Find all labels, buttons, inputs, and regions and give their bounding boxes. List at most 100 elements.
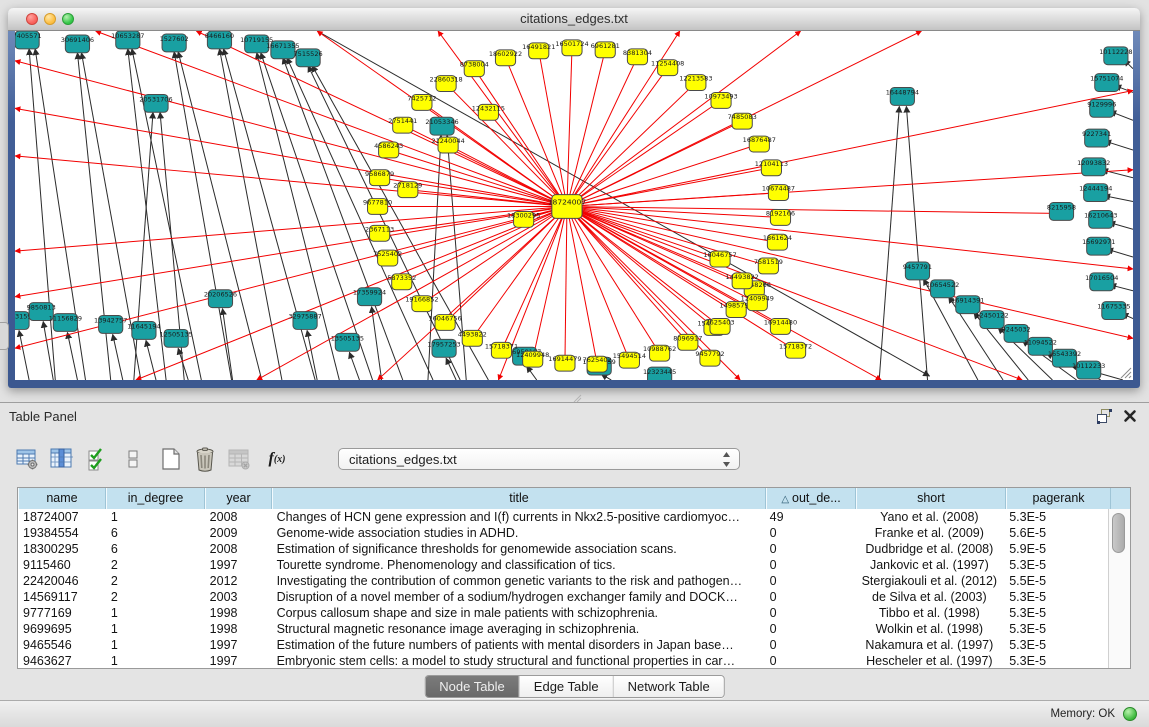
panel-collapse-handle[interactable] bbox=[0, 322, 9, 350]
graph-edge[interactable] bbox=[567, 121, 742, 206]
graph-edge[interactable] bbox=[15, 108, 567, 206]
network-canvas[interactable]: 7405571306914061065328715276028466160107… bbox=[15, 31, 1133, 380]
graph-edge[interactable] bbox=[567, 57, 638, 207]
cell-in_degree[interactable]: 1 bbox=[106, 653, 205, 668]
cell-year[interactable]: 1998 bbox=[205, 605, 272, 621]
cell-year[interactable]: 2003 bbox=[205, 589, 272, 605]
column-header-title[interactable]: title bbox=[272, 488, 766, 509]
cell-title[interactable]: Embryonic stem cells: a model to study s… bbox=[272, 653, 765, 668]
table-row[interactable]: 1830029562008Estimation of significance … bbox=[18, 541, 1109, 557]
column-header-pagerank[interactable]: pagerank bbox=[1006, 488, 1111, 509]
cell-name[interactable]: 9463627 bbox=[18, 653, 106, 668]
graph-edge[interactable] bbox=[567, 206, 714, 327]
cell-name[interactable]: 14569117 bbox=[18, 589, 106, 605]
column-header-out_de[interactable]: △out_de... bbox=[766, 488, 856, 509]
cell-pagerank[interactable]: 5.6E-5 bbox=[1004, 525, 1109, 541]
cell-name[interactable]: 9699695 bbox=[18, 621, 106, 637]
cell-year[interactable]: 1998 bbox=[205, 621, 272, 637]
cell-short[interactable]: Jankovic et al. (1997) bbox=[854, 557, 1004, 573]
cell-title[interactable]: Estimation of the future numbers of pati… bbox=[272, 637, 765, 653]
new-table-icon[interactable] bbox=[158, 446, 184, 472]
cell-short[interactable]: Tibbo et al. (1998) bbox=[854, 605, 1004, 621]
cell-in_degree[interactable]: 1 bbox=[106, 637, 205, 653]
graph-edge[interactable] bbox=[113, 334, 123, 380]
cell-name[interactable]: 9777169 bbox=[18, 605, 106, 621]
graph-edge[interactable] bbox=[539, 51, 567, 207]
memory-ok-indicator[interactable] bbox=[1123, 707, 1137, 721]
cell-name[interactable]: 9465546 bbox=[18, 637, 106, 653]
table-vertical-scrollbar[interactable] bbox=[1108, 509, 1130, 668]
cell-out_de[interactable]: 49 bbox=[765, 509, 855, 525]
graph-edge[interactable] bbox=[308, 66, 460, 380]
column-header-short[interactable]: short bbox=[856, 488, 1006, 509]
cell-name[interactable]: 18300295 bbox=[18, 541, 106, 557]
tab-node-table[interactable]: Node Table bbox=[425, 676, 519, 697]
cell-pagerank[interactable]: 5.3E-5 bbox=[1004, 605, 1109, 621]
cell-year[interactable]: 1997 bbox=[205, 557, 272, 573]
cell-out_de[interactable]: 0 bbox=[765, 557, 855, 573]
graph-edge[interactable] bbox=[567, 68, 668, 207]
cell-in_degree[interactable]: 1 bbox=[106, 621, 205, 637]
table-settings-icon[interactable] bbox=[14, 446, 40, 472]
cell-year[interactable]: 2008 bbox=[205, 541, 272, 557]
cell-name[interactable]: 18724007 bbox=[18, 509, 106, 525]
table-row[interactable]: 911546021997Tourette syndrome. Phenomeno… bbox=[18, 557, 1109, 573]
graph-edge[interactable] bbox=[219, 49, 281, 380]
cell-out_de[interactable]: 0 bbox=[765, 637, 855, 653]
cell-pagerank[interactable]: 5.3E-5 bbox=[1004, 557, 1109, 573]
graph-edge[interactable] bbox=[15, 206, 567, 348]
table-row[interactable]: 977716911998Corpus callosum shape and si… bbox=[18, 605, 1109, 621]
graph-edge[interactable] bbox=[67, 332, 77, 380]
column-header-year[interactable]: year bbox=[205, 488, 272, 509]
cell-short[interactable]: Nakamura et al. (1997) bbox=[854, 637, 1004, 653]
cell-short[interactable]: Dudbridge et al. (2008) bbox=[854, 541, 1004, 557]
cell-name[interactable]: 22420046 bbox=[18, 573, 106, 589]
column-header-in_degree[interactable]: in_degree bbox=[106, 488, 205, 509]
splitter-handle-icon[interactable] bbox=[570, 394, 582, 402]
cell-title[interactable]: Investigating the contribution of common… bbox=[272, 573, 765, 589]
graph-edge[interactable] bbox=[567, 31, 680, 206]
graph-edge[interactable] bbox=[349, 352, 359, 380]
cell-out_de[interactable]: 0 bbox=[765, 621, 855, 637]
cell-name[interactable]: 19384554 bbox=[18, 525, 106, 541]
cell-in_degree[interactable]: 2 bbox=[106, 573, 205, 589]
cell-title[interactable]: Changes of HCN gene expression and I(f) … bbox=[272, 509, 765, 525]
cell-short[interactable]: Wolkin et al. (1998) bbox=[854, 621, 1004, 637]
table-row[interactable]: 946362711997Embryonic stem cells: a mode… bbox=[18, 653, 1109, 668]
graph-edge[interactable] bbox=[223, 49, 315, 380]
cell-title[interactable]: Structural magnetic resonance image aver… bbox=[272, 621, 765, 637]
cell-out_de[interactable]: 0 bbox=[765, 653, 855, 668]
cell-pagerank[interactable]: 5.3E-5 bbox=[1004, 653, 1109, 668]
tab-network-table[interactable]: Network Table bbox=[613, 676, 724, 697]
table-row[interactable]: 1938455462009Genome-wide association stu… bbox=[18, 525, 1109, 541]
table-row[interactable]: 2242004622012Investigating the contribut… bbox=[18, 573, 1109, 589]
delete-table-trash-icon[interactable] bbox=[192, 446, 218, 472]
column-header-name[interactable]: name bbox=[18, 488, 106, 509]
cell-short[interactable]: Hescheler et al. (1997) bbox=[854, 653, 1004, 668]
cell-title[interactable]: Corpus callosum shape and size in male p… bbox=[272, 605, 765, 621]
table-row[interactable]: 946554611997Estimation of the future num… bbox=[18, 637, 1109, 653]
cell-in_degree[interactable]: 1 bbox=[106, 605, 205, 621]
network-window-titlebar[interactable]: citations_edges.txt bbox=[8, 8, 1140, 31]
cell-year[interactable]: 2012 bbox=[205, 573, 272, 589]
cell-title[interactable]: Tourette syndrome. Phenomenology and cla… bbox=[272, 557, 765, 573]
function-builder-icon[interactable]: f(x) bbox=[264, 446, 290, 472]
table-row[interactable]: 1872400712008Changes of HCN gene express… bbox=[18, 509, 1109, 525]
graph-edge[interactable] bbox=[906, 106, 927, 380]
graph-edge[interactable] bbox=[567, 206, 742, 280]
graph-edge[interactable] bbox=[565, 206, 567, 363]
cell-in_degree[interactable]: 1 bbox=[106, 509, 205, 525]
cell-title[interactable]: Disruption of a novel member of a sodium… bbox=[272, 589, 765, 605]
cell-year[interactable]: 1997 bbox=[205, 653, 272, 668]
cell-pagerank[interactable]: 5.3E-5 bbox=[1004, 589, 1109, 605]
select-all-checks-icon[interactable] bbox=[84, 446, 110, 472]
graph-edge[interactable] bbox=[567, 83, 696, 207]
float-window-icon[interactable] bbox=[1097, 409, 1113, 424]
graph-edge[interactable] bbox=[257, 53, 340, 380]
cell-title[interactable]: Genome-wide association studies in ADHD. bbox=[272, 525, 765, 541]
cell-pagerank[interactable]: 5.3E-5 bbox=[1004, 621, 1109, 637]
cell-title[interactable]: Estimation of significance thresholds fo… bbox=[272, 541, 765, 557]
scrollbar-thumb[interactable] bbox=[1112, 513, 1125, 553]
citation-network-graph[interactable]: 7405571306914061065328715276028466160107… bbox=[15, 31, 1133, 380]
cell-in_degree[interactable]: 2 bbox=[106, 589, 205, 605]
